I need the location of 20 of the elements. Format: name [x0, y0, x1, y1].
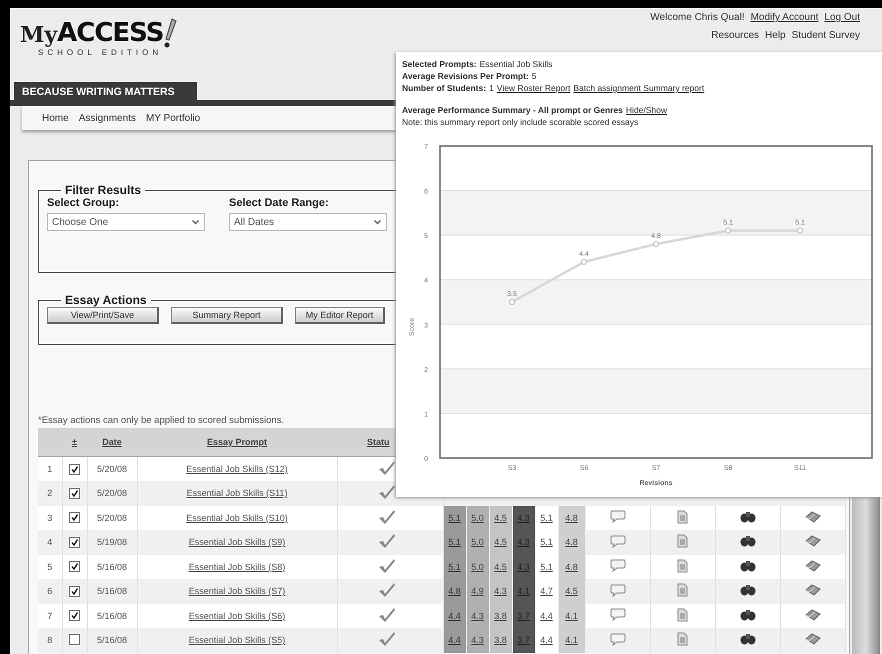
logo-text: My — [20, 22, 58, 48]
summary-note: Note: this summary report only include scorable scored essays — [402, 116, 638, 128]
summary-label: Selected Prompts: — [402, 58, 477, 70]
fieldset-legend: Filter Results — [61, 183, 146, 197]
fieldset-legend: Essay Actions — [61, 293, 151, 307]
tagline-banner: BECAUSE WRITING MATTERS — [14, 82, 197, 100]
summary-value: Essential Job Skills — [480, 58, 552, 70]
summary-heading: Average Performance Summary - All prompt or Genres — [402, 104, 623, 116]
summary-value: 1 — [489, 82, 494, 94]
summary-label: Number of Students: — [402, 82, 486, 94]
summary-value: 5 — [532, 70, 536, 82]
logo-subtitle: SCHOOL EDITION — [38, 48, 164, 57]
welcome-text: Welcome Chris Qual! — [650, 12, 745, 23]
note-text: *Essay actions can only be applied to scored submissions. — [38, 415, 286, 426]
row-number: 8 — [38, 628, 62, 652]
date-cell: 5/16/08 — [87, 628, 137, 652]
summary-label: Average Revisions Per Prompt: — [402, 70, 529, 82]
field-label: Select Date Range: — [229, 197, 330, 209]
field-label: Select Group: — [47, 197, 120, 209]
logo-text: ACCESS — [57, 18, 164, 48]
